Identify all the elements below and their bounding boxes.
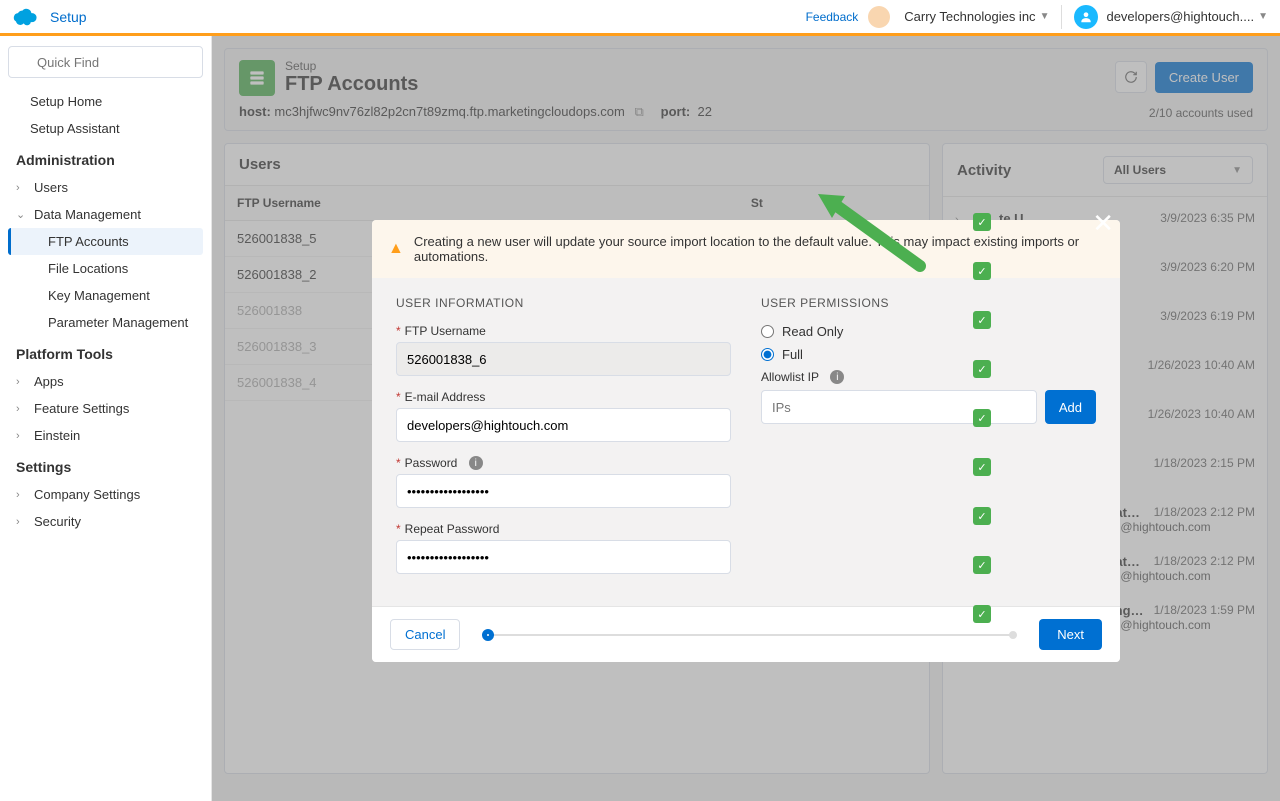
check-badge-icon: ✓ <box>973 409 991 427</box>
sidebar-heading-administration: Administration <box>8 142 203 174</box>
add-ip-button[interactable]: Add <box>1045 390 1096 424</box>
ftp-username-label: FTP Username <box>405 324 486 338</box>
check-badge-icon: ✓ <box>973 605 991 623</box>
sidebar-item-apps[interactable]: ›Apps <box>8 368 203 395</box>
check-badge-icon: ✓ <box>973 311 991 329</box>
org-name[interactable]: Carry Technologies inc <box>904 9 1035 24</box>
allowlist-label: Allowlist IP <box>761 370 819 384</box>
top-header: Setup Feedback Carry Technologies inc ▼ … <box>0 0 1280 36</box>
info-icon[interactable]: i <box>830 370 844 384</box>
chevron-down-icon: ⌄ <box>16 208 30 221</box>
sidebar-item-parameter-management[interactable]: Parameter Management <box>8 309 203 336</box>
email-label: E-mail Address <box>405 390 486 404</box>
chevron-right-icon: › <box>16 182 30 194</box>
password-input[interactable] <box>396 474 731 508</box>
user-info-heading: USER INFORMATION <box>396 296 731 310</box>
check-badge-icon: ✓ <box>973 360 991 378</box>
allowlist-ips-input[interactable] <box>761 390 1037 424</box>
cancel-button[interactable]: Cancel <box>390 619 460 650</box>
full-radio[interactable]: Full <box>761 347 1096 362</box>
check-badge-icon: ✓ <box>973 458 991 476</box>
sidebar-item-data-management[interactable]: ⌄Data Management <box>8 201 203 228</box>
sidebar-item-file-locations[interactable]: File Locations <box>8 255 203 282</box>
header-divider <box>1061 5 1062 29</box>
sidebar-heading-platform-tools: Platform Tools <box>8 336 203 368</box>
email-input[interactable] <box>396 408 731 442</box>
ftp-username-input <box>396 342 731 376</box>
salesforce-logo-icon <box>12 8 38 26</box>
modal-warning-banner: ▲ Creating a new user will update your s… <box>372 220 1120 278</box>
repeat-password-input[interactable] <box>396 540 731 574</box>
check-badge-icon: ✓ <box>973 213 991 231</box>
next-button[interactable]: Next <box>1039 619 1102 650</box>
close-modal-icon[interactable]: ✕ <box>1092 208 1114 239</box>
chevron-right-icon: › <box>16 403 30 415</box>
check-badge-icon: ✓ <box>973 262 991 280</box>
sidebar-item-einstein[interactable]: ›Einstein <box>8 422 203 449</box>
progress-step-1 <box>482 629 494 641</box>
create-user-modal: ▲ Creating a new user will update your s… <box>372 220 1120 662</box>
quick-find-input[interactable] <box>8 46 203 78</box>
user-perms-heading: USER PERMISSIONS <box>761 296 1096 310</box>
chevron-right-icon: › <box>16 376 30 388</box>
check-badge-icon: ✓ <box>973 507 991 525</box>
org-dropdown-caret-icon[interactable]: ▼ <box>1040 11 1050 22</box>
sidebar: 🔍 Setup Home Setup Assistant Administrat… <box>0 36 212 801</box>
feedback-link[interactable]: Feedback <box>806 10 859 24</box>
sidebar-item-setup-assistant[interactable]: Setup Assistant <box>8 115 203 142</box>
sidebar-item-setup-home[interactable]: Setup Home <box>8 88 203 115</box>
check-badge-icon: ✓ <box>973 556 991 574</box>
warning-icon: ▲ <box>388 240 404 258</box>
read-only-radio[interactable]: Read Only <box>761 324 1096 339</box>
repeat-password-label: Repeat Password <box>405 522 500 536</box>
chevron-right-icon: › <box>16 430 30 442</box>
info-icon[interactable]: i <box>469 456 483 470</box>
astro-icon[interactable] <box>868 6 890 28</box>
setup-label[interactable]: Setup <box>50 9 87 25</box>
sidebar-item-key-management[interactable]: Key Management <box>8 282 203 309</box>
wizard-progress <box>460 634 1039 636</box>
chevron-right-icon: › <box>16 516 30 528</box>
sidebar-heading-settings: Settings <box>8 449 203 481</box>
user-avatar-icon[interactable] <box>1074 5 1098 29</box>
sidebar-item-security[interactable]: ›Security <box>8 508 203 535</box>
user-email[interactable]: developers@hightouch.... <box>1106 9 1254 24</box>
password-label: Password <box>405 456 458 470</box>
sidebar-item-feature-settings[interactable]: ›Feature Settings <box>8 395 203 422</box>
chevron-right-icon: › <box>16 489 30 501</box>
modal-overlay: ✕ ▲ Creating a new user will update your… <box>212 36 1280 801</box>
sidebar-item-company-settings[interactable]: ›Company Settings <box>8 481 203 508</box>
sidebar-item-ftp-accounts[interactable]: FTP Accounts <box>8 228 203 255</box>
sidebar-item-users[interactable]: ›Users <box>8 174 203 201</box>
progress-step-2 <box>1009 631 1017 639</box>
user-dropdown-caret-icon[interactable]: ▼ <box>1258 11 1268 22</box>
